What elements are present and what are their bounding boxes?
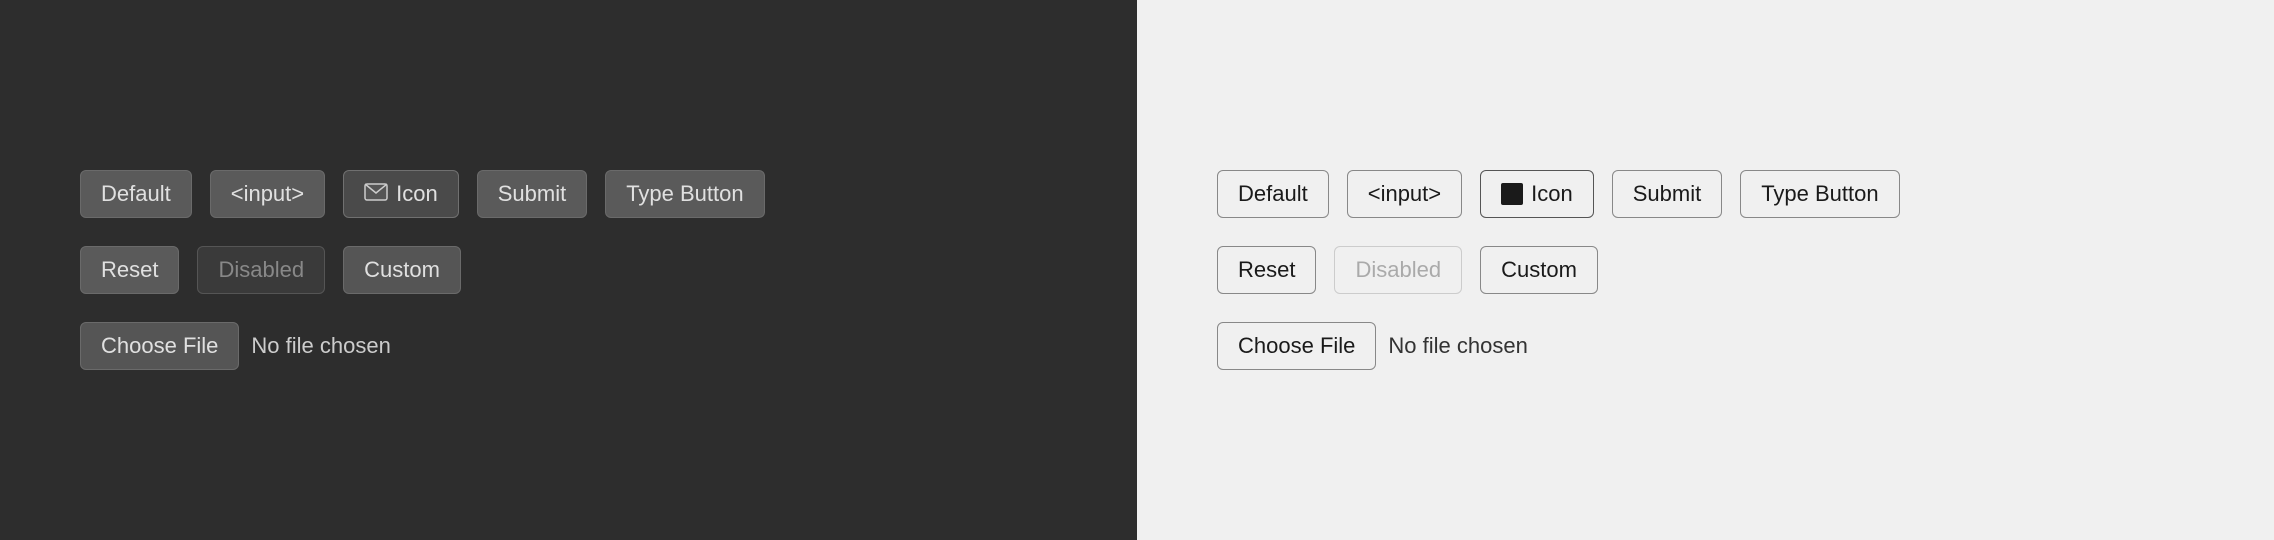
dark-file-input-row: Choose File No file chosen [80, 322, 1057, 370]
light-choose-file-button[interactable]: Choose File [1217, 322, 1376, 370]
dark-default-button[interactable]: Default [80, 170, 192, 218]
dark-submit-button[interactable]: Submit [477, 170, 587, 218]
dark-panel: Default <input> Icon Submit Type Button … [0, 0, 1137, 540]
light-file-input-row: Choose File No file chosen [1217, 322, 2194, 370]
light-input-button[interactable]: <input> [1347, 170, 1462, 218]
light-file-no-chosen-text: No file chosen [1388, 333, 1527, 359]
light-row-1: Default <input> Icon Submit Type Button [1217, 170, 2194, 218]
light-submit-button[interactable]: Submit [1612, 170, 1722, 218]
light-row-2: Reset Disabled Custom [1217, 246, 2194, 294]
dark-reset-button[interactable]: Reset [80, 246, 179, 294]
dark-choose-file-button[interactable]: Choose File [80, 322, 239, 370]
dark-icon-button[interactable]: Icon [343, 170, 459, 218]
light-disabled-button: Disabled [1334, 246, 1462, 294]
square-icon [1501, 183, 1523, 205]
dark-row-1: Default <input> Icon Submit Type Button [80, 170, 1057, 218]
light-type-button[interactable]: Type Button [1740, 170, 1899, 218]
light-panel: Default <input> Icon Submit Type Button … [1137, 0, 2274, 540]
dark-input-button[interactable]: <input> [210, 170, 325, 218]
dark-type-button[interactable]: Type Button [605, 170, 764, 218]
dark-icon-button-label: Icon [396, 181, 438, 207]
dark-disabled-button: Disabled [197, 246, 325, 294]
light-icon-button-label: Icon [1531, 181, 1573, 207]
dark-file-no-chosen-text: No file chosen [251, 333, 390, 359]
light-icon-button[interactable]: Icon [1480, 170, 1594, 218]
mail-icon [364, 181, 388, 207]
light-custom-button[interactable]: Custom [1480, 246, 1598, 294]
light-reset-button[interactable]: Reset [1217, 246, 1316, 294]
dark-custom-button[interactable]: Custom [343, 246, 461, 294]
light-default-button[interactable]: Default [1217, 170, 1329, 218]
dark-row-2: Reset Disabled Custom [80, 246, 1057, 294]
